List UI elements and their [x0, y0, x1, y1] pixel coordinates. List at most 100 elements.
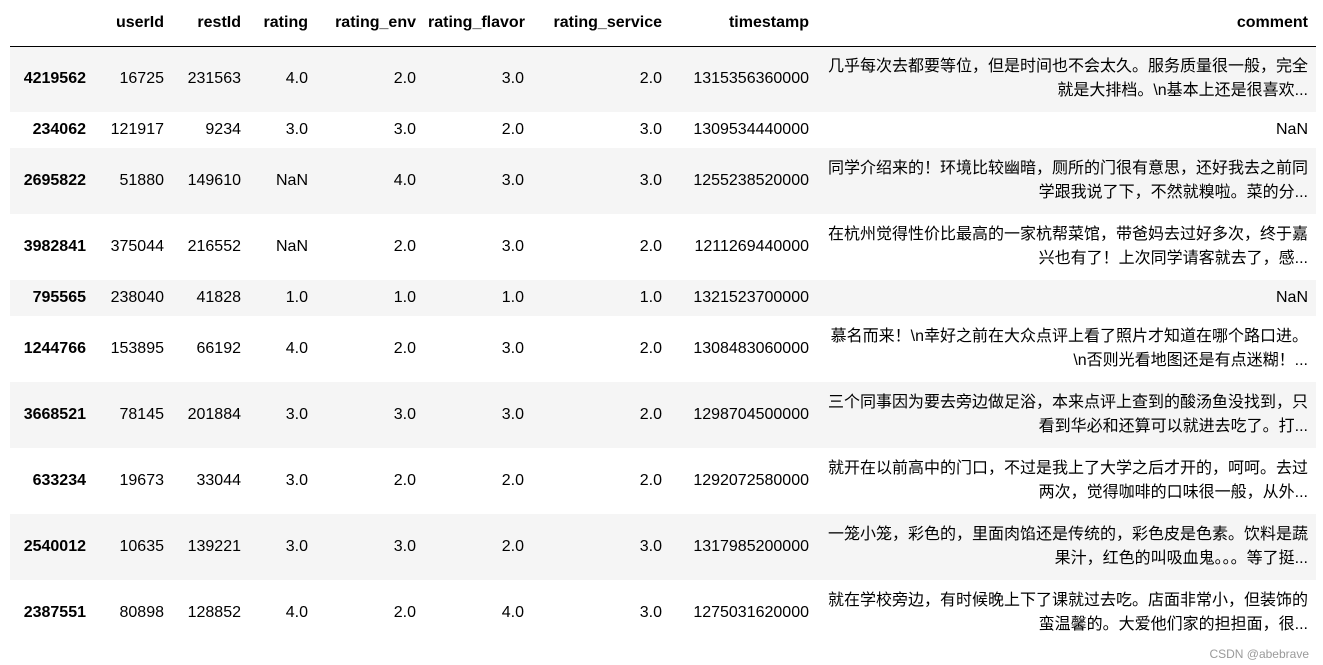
- cell-comment: 慕名而来！\n幸好之前在大众点评上看了照片才知道在哪个路口进。\n否则光看地图还…: [817, 316, 1316, 382]
- comment-text: NaN: [1275, 289, 1308, 306]
- cell-rating-service: 2.0: [639, 340, 662, 357]
- cell-rating-env: 2.0: [393, 70, 416, 88]
- cell-rating-service: 3.0: [639, 604, 662, 621]
- cell-restid: 9234: [205, 121, 241, 138]
- cell-timestamp: 1321523700000: [693, 289, 809, 306]
- cell-rating-env: 2.0: [393, 604, 416, 621]
- cell-restid: 231563: [187, 70, 241, 88]
- table-row: 2387551 80898 128852 4.0 2.0 4.0 3.0 127…: [10, 580, 1316, 646]
- cell-comment: 三个同事因为要去旁边做足浴，本来点评上查到的酸汤鱼没找到，只看到华必和还算可以就…: [817, 382, 1316, 448]
- cell-userid: 10635: [119, 538, 165, 555]
- row-index: 234062: [32, 121, 86, 138]
- comment-text: NaN: [1275, 121, 1308, 138]
- cell-rating: 1.0: [285, 289, 308, 306]
- table-row: 3668521 78145 201884 3.0 3.0 3.0 2.0 129…: [10, 382, 1316, 448]
- comment-text: 几乎每次去都要等位，但是时间也不会太久。服务质量很一般，完全就是大排档。\n基本…: [827, 58, 1308, 100]
- cell-restid: 216552: [187, 238, 241, 255]
- table-row: 3982841 375044 216552 NaN 2.0 3.0 2.0 12…: [10, 214, 1316, 280]
- cell-comment: 同学介绍来的！环境比较幽暗，厕所的门很有意思，还好我去之前同学跟我说了下，不然就…: [817, 148, 1316, 214]
- cell-restid: 66192: [196, 340, 242, 357]
- cell-rating-flavor: 2.0: [501, 538, 524, 555]
- cell-rating-service: 2.0: [639, 406, 662, 423]
- row-index: 2387551: [23, 604, 86, 621]
- cell-rating: 3.0: [285, 121, 308, 138]
- cell-rating: 3.0: [285, 406, 308, 423]
- cell-comment: 在杭州觉得性价比最高的一家杭帮菜馆，带爸妈去过好多次，终于嘉兴也有了！上次同学请…: [817, 214, 1316, 280]
- comment-text: 一笼小笼，彩色的，里面肉馅还是传统的，彩色皮是色素。饮料是蔬果汁，红色的叫吸血鬼…: [827, 526, 1308, 567]
- cell-rating-flavor: 2.0: [501, 472, 524, 489]
- cell-rating-flavor: 4.0: [501, 604, 524, 621]
- cell-userid: 19673: [119, 472, 165, 489]
- cell-userid: 375044: [110, 238, 164, 255]
- table-row: 795565 238040 41828 1.0 1.0 1.0 1.0 1321…: [10, 280, 1316, 316]
- comment-text: 就在学校旁边，有时候晚上下了课就过去吃。店面非常小，但装饰的蛮温馨的。大爱他们家…: [827, 592, 1308, 633]
- row-index: 2540012: [23, 538, 86, 555]
- row-index: 2695822: [23, 172, 86, 189]
- cell-userid: 153895: [110, 340, 164, 357]
- table-row: 234062 121917 9234 3.0 3.0 2.0 3.0 13095…: [10, 112, 1316, 148]
- cell-comment: NaN: [817, 280, 1316, 316]
- cell-timestamp: 1292072580000: [693, 472, 809, 489]
- row-index: 3982841: [23, 238, 86, 255]
- cell-rating: NaN: [275, 172, 308, 189]
- cell-rating: 3.0: [285, 472, 308, 489]
- cell-rating-service: 3.0: [639, 121, 662, 138]
- cell-timestamp: 1309534440000: [693, 121, 809, 138]
- table-row: 2695822 51880 149610 NaN 4.0 3.0 3.0 125…: [10, 148, 1316, 214]
- cell-rating-flavor: 3.0: [501, 172, 524, 189]
- table-row: 4219562 16725 231563 4.0 2.0 3.0 2.0 131…: [10, 46, 1316, 112]
- cell-timestamp: 1308483060000: [693, 340, 809, 357]
- cell-rating-flavor: 3.0: [501, 340, 524, 357]
- cell-rating-flavor: 3.0: [501, 70, 524, 88]
- cell-comment: 一笼小笼，彩色的，里面肉馅还是传统的，彩色皮是色素。饮料是蔬果汁，红色的叫吸血鬼…: [817, 514, 1316, 580]
- column-header-comment: comment: [817, 0, 1316, 47]
- cell-timestamp: 1317985200000: [693, 538, 809, 555]
- cell-rating-env: 2.0: [393, 340, 416, 357]
- cell-rating-env: 3.0: [393, 406, 416, 423]
- cell-timestamp: 1275031620000: [693, 604, 809, 621]
- table-row: 633234 19673 33044 3.0 2.0 2.0 2.0 12920…: [10, 448, 1316, 514]
- column-header-rating: rating: [249, 0, 316, 47]
- cell-rating-flavor: 1.0: [501, 289, 524, 306]
- cell-userid: 238040: [110, 289, 164, 306]
- cell-userid: 78145: [119, 406, 165, 423]
- dataframe-table: userId restId rating rating_env rating_f…: [10, 0, 1316, 646]
- comment-text: 就开在以前高中的门口，不过是我上了大学之后才开的，呵呵。去过两次，觉得咖啡的口味…: [827, 460, 1308, 501]
- cell-comment: 就开在以前高中的门口，不过是我上了大学之后才开的，呵呵。去过两次，觉得咖啡的口味…: [817, 448, 1316, 514]
- comment-text: 同学介绍来的！环境比较幽暗，厕所的门很有意思，还好我去之前同学跟我说了下，不然就…: [827, 160, 1308, 201]
- row-index: 4219562: [23, 70, 86, 88]
- cell-userid: 121917: [110, 121, 164, 138]
- cell-rating: 3.0: [285, 538, 308, 555]
- cell-rating-env: 3.0: [393, 121, 416, 138]
- cell-timestamp: 1255238520000: [693, 172, 809, 189]
- cell-rating-service: 1.0: [639, 289, 662, 306]
- cell-rating: 4.0: [285, 604, 308, 621]
- cell-rating: 4.0: [285, 70, 308, 88]
- column-header-rating-env: rating_env: [316, 0, 424, 47]
- cell-restid: 33044: [196, 472, 242, 489]
- comment-text: 慕名而来！\n幸好之前在大众点评上看了照片才知道在哪个路口进。\n否则光看地图还…: [830, 328, 1308, 369]
- cell-restid: 128852: [187, 604, 241, 621]
- cell-rating-service: 3.0: [639, 538, 662, 555]
- cell-rating: 4.0: [285, 340, 308, 357]
- cell-restid: 139221: [187, 538, 241, 555]
- cell-rating-flavor: 2.0: [501, 121, 524, 138]
- cell-comment: NaN: [817, 112, 1316, 148]
- cell-rating-flavor: 3.0: [501, 406, 524, 423]
- cell-rating-service: 2.0: [639, 238, 662, 255]
- column-header-timestamp: timestamp: [670, 0, 817, 47]
- cell-userid: 80898: [119, 604, 165, 621]
- cell-timestamp: 1211269440000: [694, 238, 810, 255]
- row-index: 3668521: [23, 406, 86, 423]
- cell-rating-env: 3.0: [393, 538, 416, 555]
- comment-text: 三个同事因为要去旁边做足浴，本来点评上查到的酸汤鱼没找到，只看到华必和还算可以就…: [827, 394, 1308, 435]
- cell-rating-service: 3.0: [639, 172, 662, 189]
- cell-rating-service: 2.0: [639, 472, 662, 489]
- comment-text: 在杭州觉得性价比最高的一家杭帮菜馆，带爸妈去过好多次，终于嘉兴也有了！上次同学请…: [827, 226, 1308, 267]
- cell-rating-env: 1.0: [393, 289, 416, 306]
- row-index: 1244766: [23, 340, 86, 357]
- watermark: CSDN @abebrave: [1209, 647, 1309, 661]
- cell-restid: 149610: [187, 172, 241, 189]
- cell-rating-service: 2.0: [639, 70, 662, 88]
- column-header-userid: userId: [94, 0, 172, 47]
